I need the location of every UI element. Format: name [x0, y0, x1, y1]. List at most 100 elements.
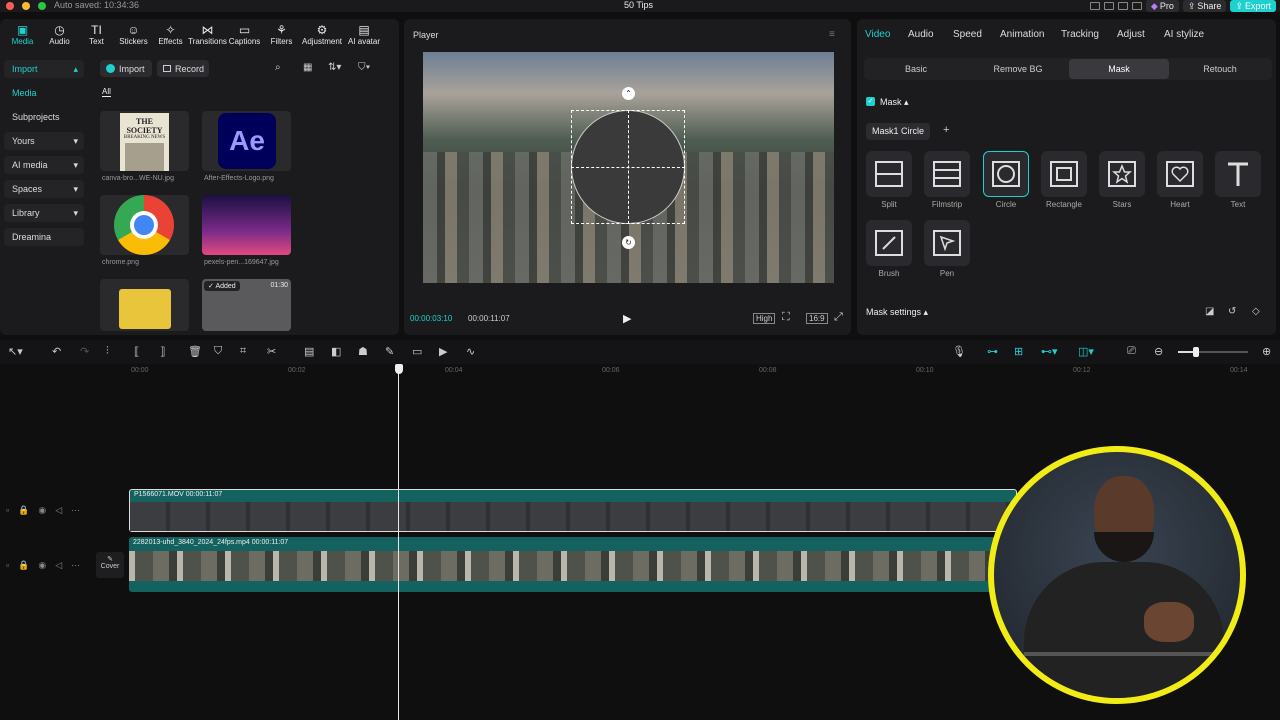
quality-button[interactable]: High	[753, 313, 776, 324]
media-item-newspaper[interactable]: THE SOCIETY BREAKING NEWS	[100, 111, 189, 171]
mask-settings-header[interactable]: Mask settings ▴	[866, 307, 928, 318]
tab-speed[interactable]: Speed	[953, 29, 982, 40]
export-button[interactable]: ⇪ Export	[1230, 0, 1276, 12]
search-icon[interactable]: ⌕	[275, 62, 281, 73]
tab-ai-avatar[interactable]: ▤ AI avatar	[344, 19, 384, 49]
sidebar-item-spaces[interactable]: Spaces ▾	[4, 180, 84, 198]
tab-media[interactable]: ▣ Media	[4, 19, 41, 49]
mask-circle-button[interactable]	[983, 151, 1029, 197]
captions-tool-icon[interactable]: ▭	[412, 345, 422, 358]
crop-icon[interactable]: ⌗	[240, 345, 246, 358]
panel-icon[interactable]	[1117, 2, 1128, 10]
redo-icon[interactable]: ↷	[80, 345, 89, 358]
record-button[interactable]: Record	[157, 60, 209, 77]
subtab-remove-bg[interactable]: Remove BG	[968, 59, 1068, 79]
add-mask-icon[interactable]: +	[943, 124, 949, 136]
shield-icon[interactable]: ⛉	[214, 345, 222, 358]
tab-transitions[interactable]: ⋈ Transitions	[188, 19, 227, 49]
expand-icon[interactable]: ⤢	[834, 311, 843, 324]
tab-ai-stylize[interactable]: AI stylize	[1164, 29, 1204, 40]
media-item-city-night[interactable]	[202, 195, 291, 255]
play-icon[interactable]: ▶	[623, 312, 631, 325]
trim-left-icon[interactable]: ⟦	[134, 345, 139, 358]
filter-all-tab[interactable]: All	[102, 87, 111, 97]
sidebar-item-yours[interactable]: Yours ▾	[4, 132, 84, 150]
zoom-slider[interactable]	[1178, 351, 1248, 353]
tab-stickers[interactable]: ☺ Stickers	[115, 19, 152, 49]
mirror-icon[interactable]: ◧	[331, 345, 341, 358]
mask-text-button[interactable]	[1215, 151, 1261, 197]
linkage-icon[interactable]: ⊷▾	[1041, 345, 1058, 358]
zoom-out-icon[interactable]: ⊖	[1154, 345, 1163, 358]
tab-effects[interactable]: ✧ Effects	[152, 19, 189, 49]
video-clip-2[interactable]: 2282013-uhd_3840_2024_24fps.mp4 00:00:11…	[129, 537, 999, 592]
export-clip-icon[interactable]: ▶	[439, 345, 447, 358]
diamond-keyframe-icon[interactable]: ◇	[1252, 306, 1260, 317]
mask-rectangle-button[interactable]	[1041, 151, 1087, 197]
import-button[interactable]: Import	[100, 60, 152, 77]
tab-tracking[interactable]: Tracking	[1061, 29, 1099, 40]
close-window-button[interactable]	[6, 2, 14, 10]
tab-captions[interactable]: ▭ Captions	[226, 19, 263, 49]
sidebar-item-library[interactable]: Library ▾	[4, 204, 84, 222]
subtab-mask[interactable]: Mask	[1069, 59, 1169, 79]
link-main-track-icon[interactable]: ⊶	[987, 345, 998, 358]
grid-view-icon[interactable]: ▦	[303, 62, 312, 73]
track1-controls[interactable]: ▫🔒◉◁⋯	[6, 505, 89, 516]
menu-icon[interactable]: ≡	[829, 29, 835, 40]
fit-icon[interactable]: ⎚	[1127, 345, 1136, 358]
video-clip-1[interactable]: P1566071.MOV 00:00:11:07	[129, 489, 1017, 532]
media-item-ae-logo[interactable]: Ae	[202, 111, 291, 171]
tab-audio[interactable]: Audio	[908, 29, 934, 40]
mask-pen-button[interactable]	[924, 220, 970, 266]
rotate-handle-icon[interactable]: ↻	[622, 236, 635, 249]
sort-icon[interactable]: ⇅▾	[328, 62, 341, 73]
window-icon[interactable]	[1103, 2, 1114, 10]
reset-icon[interactable]: ↺	[1228, 306, 1236, 317]
microphone-icon[interactable]: 🎙	[952, 345, 966, 358]
mask-heart-button[interactable]	[1157, 151, 1203, 197]
subtab-retouch[interactable]: Retouch	[1170, 59, 1270, 79]
sidebar-item-ai-media[interactable]: AI media ▾	[4, 156, 84, 174]
sidebar-item-media[interactable]: Media	[4, 84, 84, 102]
sidebar-item-dreamina[interactable]: Dreamina	[4, 228, 84, 246]
ratio-button[interactable]: 16:9	[806, 313, 828, 324]
undo-icon[interactable]: ↶	[52, 345, 61, 358]
menu-icon[interactable]	[1131, 2, 1142, 10]
fullscreen-crop-icon[interactable]: ⛶	[782, 311, 790, 324]
zoom-slider-handle[interactable]	[1193, 347, 1199, 357]
subtab-basic[interactable]: Basic	[866, 59, 966, 79]
sidebar-item-import[interactable]: Import ▴	[4, 60, 84, 78]
tab-video[interactable]: Video	[865, 29, 890, 40]
keyframe-icon[interactable]: ◪	[1205, 306, 1214, 317]
zoom-in-icon[interactable]: ⊕	[1262, 345, 1271, 358]
mask-stars-button[interactable]	[1099, 151, 1145, 197]
mask-chip[interactable]: Mask1 Circle	[866, 123, 931, 140]
filter-icon[interactable]: ⛉▾	[358, 62, 370, 73]
feather-handle-icon[interactable]: ⌃	[622, 87, 635, 100]
playhead[interactable]	[398, 364, 399, 720]
sidebar-item-subprojects[interactable]: Subprojects	[4, 108, 84, 126]
playhead-handle[interactable]	[395, 364, 403, 374]
freeze-icon[interactable]: ▤	[304, 345, 314, 358]
share-button[interactable]: ⇪ Share	[1182, 0, 1227, 12]
magnet-icon[interactable]: ⊞	[1014, 345, 1023, 358]
layout-icon[interactable]	[1089, 2, 1100, 10]
preview-axis-icon[interactable]: ◫▾	[1078, 345, 1094, 358]
audio-wave-icon[interactable]: ∿	[466, 345, 475, 358]
wand-icon[interactable]: ✎	[385, 345, 394, 358]
mask-checkbox[interactable]: ✓	[866, 97, 875, 106]
mask-split-button[interactable]	[866, 151, 912, 197]
tab-text[interactable]: TI Text	[78, 19, 115, 49]
minimize-window-button[interactable]	[22, 2, 30, 10]
media-item-chrome[interactable]	[100, 195, 189, 255]
select-tool-icon[interactable]: ↖▾	[8, 345, 23, 358]
media-item-video[interactable]: ✓ Added 01:30	[202, 279, 291, 331]
trim-right-icon[interactable]: ⟧	[160, 345, 165, 358]
mask-filmstrip-button[interactable]	[924, 151, 970, 197]
maximize-window-button[interactable]	[38, 2, 46, 10]
auto-cut-icon[interactable]: ✂	[267, 345, 276, 358]
cover-button[interactable]: ✎ Cover	[96, 552, 124, 578]
tab-animation[interactable]: Animation	[1000, 29, 1044, 40]
pro-button[interactable]: ◆ Pro	[1145, 0, 1179, 12]
